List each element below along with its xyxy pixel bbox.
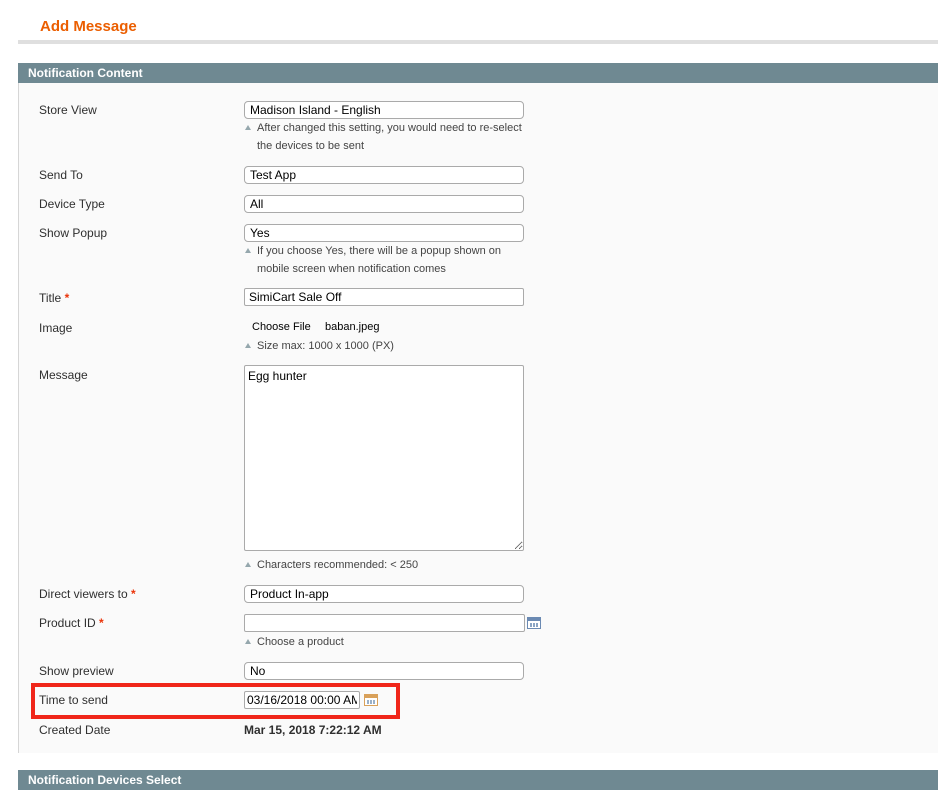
section-header-notification-devices[interactable]: Notification Devices Select: [18, 770, 938, 790]
note-arrow-icon: [245, 343, 251, 348]
note-arrow-icon: [245, 562, 251, 567]
note-arrow-icon: [245, 248, 251, 253]
store-view-select[interactable]: Madison Island - English: [244, 101, 524, 119]
title-input[interactable]: [244, 288, 524, 306]
show-popup-note: If you choose Yes, there will be a popup…: [257, 242, 547, 278]
image-label: Image: [39, 321, 73, 335]
product-id-note: Choose a product: [257, 636, 344, 648]
created-date-value: Mar 15, 2018 7:22:12 AM: [244, 723, 382, 737]
send-to-label: Send To: [39, 168, 83, 182]
image-size-note: Size max: 1000 x 1000 (PX): [257, 340, 394, 352]
note-arrow-icon: [245, 125, 251, 130]
choose-file-button[interactable]: Choose File: [252, 321, 311, 333]
message-chars-note: Characters recommended: < 250: [257, 559, 419, 571]
show-popup-label: Show Popup: [39, 226, 108, 240]
product-id-label: Product ID *: [39, 616, 104, 630]
direct-viewers-label: Direct viewers to *: [39, 587, 136, 601]
device-type-select[interactable]: All: [244, 195, 524, 213]
show-popup-note-line2: mobile screen when notification comes: [257, 263, 446, 275]
message-textarea[interactable]: Egg hunter: [244, 365, 524, 551]
message-label: Message: [39, 368, 88, 382]
show-popup-select[interactable]: Yes: [244, 224, 524, 242]
product-id-label-text: Product ID: [39, 616, 96, 630]
title-label: Title *: [39, 291, 69, 305]
chosen-file-name: baban.jpeg: [325, 321, 380, 333]
title-label-text: Title: [39, 291, 62, 305]
show-preview-label: Show preview: [39, 664, 114, 678]
section-header-notification-content[interactable]: Notification Content: [18, 63, 938, 83]
store-view-note: After changed this setting, you would ne…: [257, 119, 547, 155]
show-popup-note-line1: If you choose Yes, there will be a popup…: [257, 245, 502, 257]
grid-chooser-icon[interactable]: [527, 617, 541, 629]
store-view-note-line1: After changed this setting, you would ne…: [257, 122, 522, 134]
direct-viewers-select[interactable]: Product In-app: [244, 585, 524, 603]
store-view-label: Store View: [39, 103, 97, 117]
store-view-note-line2: the devices to be sent: [257, 140, 365, 152]
note-arrow-icon: [245, 639, 251, 644]
required-mark: *: [131, 587, 136, 601]
direct-viewers-label-text: Direct viewers to: [39, 587, 128, 601]
send-to-select[interactable]: Test App: [244, 166, 524, 184]
device-type-label: Device Type: [39, 197, 105, 211]
required-mark: *: [99, 616, 104, 630]
required-mark: *: [64, 291, 70, 305]
page-title: Add Message: [40, 18, 137, 35]
created-date-label: Created Date: [39, 723, 111, 737]
show-preview-select[interactable]: No: [244, 662, 524, 680]
title-divider: [18, 40, 938, 44]
product-id-input[interactable]: [244, 614, 525, 632]
highlight-box: [31, 683, 400, 719]
